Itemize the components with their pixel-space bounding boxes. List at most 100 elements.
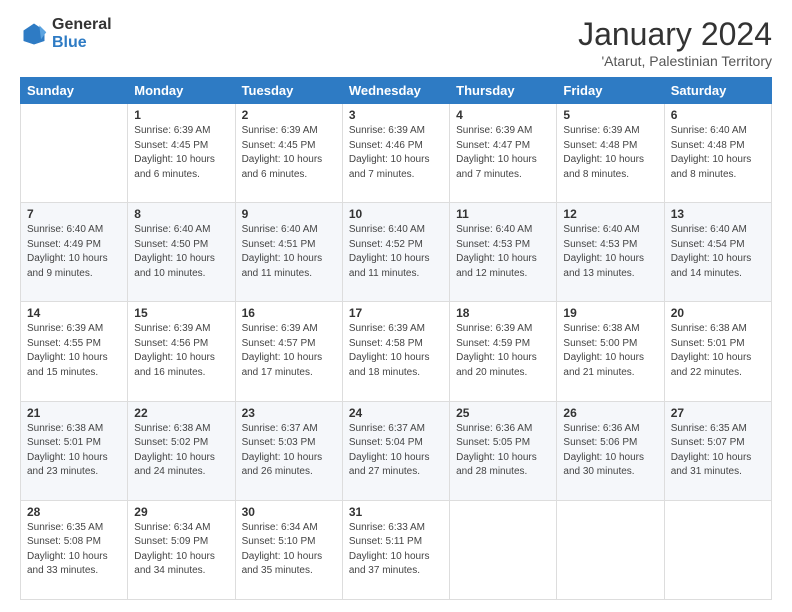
day-number: 7: [27, 207, 121, 221]
day-number: 5: [563, 108, 657, 122]
day-info: Sunrise: 6:39 AMSunset: 4:56 PMDaylight:…: [134, 322, 228, 380]
day-info: Sunrise: 6:37 AMSunset: 5:03 PMDaylight:…: [242, 422, 336, 480]
day-info: Sunrise: 6:40 AMSunset: 4:48 PMDaylight:…: [671, 124, 765, 182]
day-number: 24: [349, 406, 443, 420]
col-wednesday: Wednesday: [342, 78, 449, 104]
day-info: Sunrise: 6:34 AMSunset: 5:09 PMDaylight:…: [134, 521, 228, 579]
day-number: 11: [456, 207, 550, 221]
logo-text: General Blue: [52, 16, 112, 51]
cell-4-1: 29 Sunrise: 6:34 AMSunset: 5:09 PMDaylig…: [128, 500, 235, 599]
day-number: 1: [134, 108, 228, 122]
day-number: 2: [242, 108, 336, 122]
cell-2-0: 14 Sunrise: 6:39 AMSunset: 4:55 PMDaylig…: [21, 302, 128, 401]
day-number: 17: [349, 306, 443, 320]
cell-3-0: 21 Sunrise: 6:38 AMSunset: 5:01 PMDaylig…: [21, 401, 128, 500]
cell-3-6: 27 Sunrise: 6:35 AMSunset: 5:07 PMDaylig…: [664, 401, 771, 500]
day-info: Sunrise: 6:38 AMSunset: 5:02 PMDaylight:…: [134, 422, 228, 480]
logo: General Blue: [20, 16, 112, 51]
title-block: January 2024 'Atarut, Palestinian Territ…: [578, 16, 772, 69]
day-number: 29: [134, 505, 228, 519]
day-info: Sunrise: 6:39 AMSunset: 4:55 PMDaylight:…: [27, 322, 121, 380]
day-number: 10: [349, 207, 443, 221]
logo-icon: [20, 20, 48, 48]
logo-general-text: General: [52, 16, 112, 34]
day-info: Sunrise: 6:33 AMSunset: 5:11 PMDaylight:…: [349, 521, 443, 579]
day-info: Sunrise: 6:40 AMSunset: 4:53 PMDaylight:…: [456, 223, 550, 281]
cell-0-6: 6 Sunrise: 6:40 AMSunset: 4:48 PMDayligh…: [664, 104, 771, 203]
col-sunday: Sunday: [21, 78, 128, 104]
cell-2-3: 17 Sunrise: 6:39 AMSunset: 4:58 PMDaylig…: [342, 302, 449, 401]
cell-1-0: 7 Sunrise: 6:40 AMSunset: 4:49 PMDayligh…: [21, 203, 128, 302]
col-saturday: Saturday: [664, 78, 771, 104]
day-number: 22: [134, 406, 228, 420]
day-info: Sunrise: 6:40 AMSunset: 4:52 PMDaylight:…: [349, 223, 443, 281]
cell-1-2: 9 Sunrise: 6:40 AMSunset: 4:51 PMDayligh…: [235, 203, 342, 302]
cell-4-6: [664, 500, 771, 599]
day-number: 15: [134, 306, 228, 320]
cell-3-3: 24 Sunrise: 6:37 AMSunset: 5:04 PMDaylig…: [342, 401, 449, 500]
week-row-3: 21 Sunrise: 6:38 AMSunset: 5:01 PMDaylig…: [21, 401, 772, 500]
day-number: 28: [27, 505, 121, 519]
day-number: 4: [456, 108, 550, 122]
cell-4-5: [557, 500, 664, 599]
week-row-2: 14 Sunrise: 6:39 AMSunset: 4:55 PMDaylig…: [21, 302, 772, 401]
cell-4-3: 31 Sunrise: 6:33 AMSunset: 5:11 PMDaylig…: [342, 500, 449, 599]
day-number: 3: [349, 108, 443, 122]
col-friday: Friday: [557, 78, 664, 104]
page: General Blue January 2024 'Atarut, Pales…: [0, 0, 792, 612]
day-info: Sunrise: 6:40 AMSunset: 4:51 PMDaylight:…: [242, 223, 336, 281]
cell-3-1: 22 Sunrise: 6:38 AMSunset: 5:02 PMDaylig…: [128, 401, 235, 500]
cell-0-0: [21, 104, 128, 203]
cell-2-4: 18 Sunrise: 6:39 AMSunset: 4:59 PMDaylig…: [450, 302, 557, 401]
day-number: 18: [456, 306, 550, 320]
calendar-subtitle: 'Atarut, Palestinian Territory: [578, 53, 772, 69]
day-info: Sunrise: 6:39 AMSunset: 4:45 PMDaylight:…: [134, 124, 228, 182]
day-info: Sunrise: 6:40 AMSunset: 4:50 PMDaylight:…: [134, 223, 228, 281]
day-info: Sunrise: 6:37 AMSunset: 5:04 PMDaylight:…: [349, 422, 443, 480]
day-info: Sunrise: 6:38 AMSunset: 5:01 PMDaylight:…: [671, 322, 765, 380]
day-number: 20: [671, 306, 765, 320]
day-info: Sunrise: 6:39 AMSunset: 4:57 PMDaylight:…: [242, 322, 336, 380]
day-number: 12: [563, 207, 657, 221]
cell-2-2: 16 Sunrise: 6:39 AMSunset: 4:57 PMDaylig…: [235, 302, 342, 401]
col-monday: Monday: [128, 78, 235, 104]
day-number: 30: [242, 505, 336, 519]
cell-1-3: 10 Sunrise: 6:40 AMSunset: 4:52 PMDaylig…: [342, 203, 449, 302]
day-info: Sunrise: 6:36 AMSunset: 5:06 PMDaylight:…: [563, 422, 657, 480]
header-row: Sunday Monday Tuesday Wednesday Thursday…: [21, 78, 772, 104]
day-info: Sunrise: 6:35 AMSunset: 5:08 PMDaylight:…: [27, 521, 121, 579]
cell-1-5: 12 Sunrise: 6:40 AMSunset: 4:53 PMDaylig…: [557, 203, 664, 302]
cell-3-4: 25 Sunrise: 6:36 AMSunset: 5:05 PMDaylig…: [450, 401, 557, 500]
day-info: Sunrise: 6:39 AMSunset: 4:59 PMDaylight:…: [456, 322, 550, 380]
day-number: 26: [563, 406, 657, 420]
col-thursday: Thursday: [450, 78, 557, 104]
day-number: 27: [671, 406, 765, 420]
cell-2-1: 15 Sunrise: 6:39 AMSunset: 4:56 PMDaylig…: [128, 302, 235, 401]
cell-3-2: 23 Sunrise: 6:37 AMSunset: 5:03 PMDaylig…: [235, 401, 342, 500]
day-number: 9: [242, 207, 336, 221]
calendar-table: Sunday Monday Tuesday Wednesday Thursday…: [20, 77, 772, 600]
day-info: Sunrise: 6:39 AMSunset: 4:58 PMDaylight:…: [349, 322, 443, 380]
day-info: Sunrise: 6:40 AMSunset: 4:54 PMDaylight:…: [671, 223, 765, 281]
calendar-title: January 2024: [578, 16, 772, 53]
cell-1-1: 8 Sunrise: 6:40 AMSunset: 4:50 PMDayligh…: [128, 203, 235, 302]
week-row-4: 28 Sunrise: 6:35 AMSunset: 5:08 PMDaylig…: [21, 500, 772, 599]
cell-1-6: 13 Sunrise: 6:40 AMSunset: 4:54 PMDaylig…: [664, 203, 771, 302]
cell-2-6: 20 Sunrise: 6:38 AMSunset: 5:01 PMDaylig…: [664, 302, 771, 401]
day-number: 31: [349, 505, 443, 519]
day-info: Sunrise: 6:39 AMSunset: 4:48 PMDaylight:…: [563, 124, 657, 182]
week-row-1: 7 Sunrise: 6:40 AMSunset: 4:49 PMDayligh…: [21, 203, 772, 302]
day-info: Sunrise: 6:38 AMSunset: 5:00 PMDaylight:…: [563, 322, 657, 380]
cell-0-4: 4 Sunrise: 6:39 AMSunset: 4:47 PMDayligh…: [450, 104, 557, 203]
cell-4-0: 28 Sunrise: 6:35 AMSunset: 5:08 PMDaylig…: [21, 500, 128, 599]
header: General Blue January 2024 'Atarut, Pales…: [20, 16, 772, 69]
cell-2-5: 19 Sunrise: 6:38 AMSunset: 5:00 PMDaylig…: [557, 302, 664, 401]
cell-0-5: 5 Sunrise: 6:39 AMSunset: 4:48 PMDayligh…: [557, 104, 664, 203]
cell-0-3: 3 Sunrise: 6:39 AMSunset: 4:46 PMDayligh…: [342, 104, 449, 203]
cell-4-4: [450, 500, 557, 599]
day-number: 14: [27, 306, 121, 320]
day-number: 23: [242, 406, 336, 420]
col-tuesday: Tuesday: [235, 78, 342, 104]
logo-blue-text: Blue: [52, 34, 112, 52]
day-number: 25: [456, 406, 550, 420]
